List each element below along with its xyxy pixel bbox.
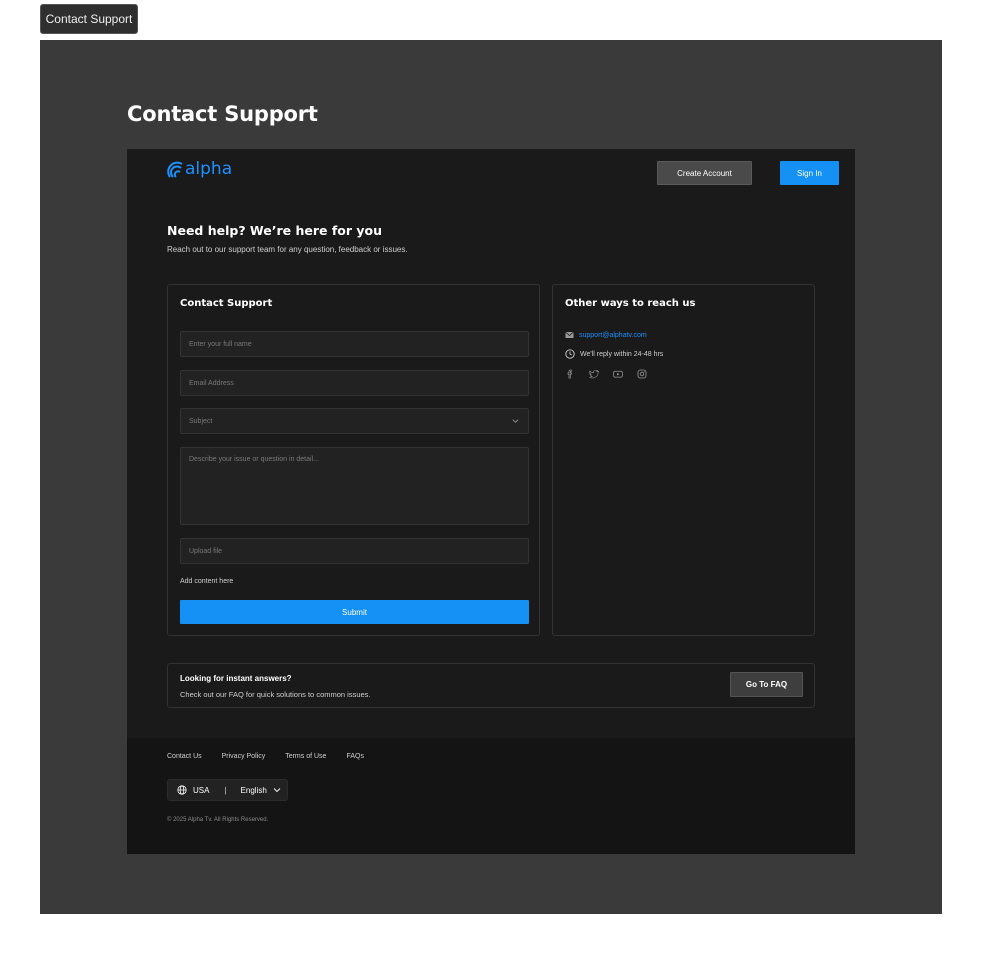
twitter-icon[interactable]	[589, 369, 599, 379]
go-to-faq-button[interactable]: Go To FAQ	[730, 672, 803, 697]
reply-time-text: We'll reply within 24-48 hrs	[580, 350, 664, 358]
full-name-input[interactable]: Enter your full name	[180, 331, 529, 357]
instagram-icon[interactable]	[637, 369, 647, 379]
full-name-placeholder: Enter your full name	[189, 340, 252, 348]
subject-placeholder: Subject	[189, 417, 213, 425]
sign-in-button[interactable]: Sign In	[780, 161, 839, 185]
facebook-icon[interactable]	[565, 369, 575, 379]
help-subtitle: Reach out to our support team for any qu…	[167, 245, 408, 254]
add-content-label: Add content here	[180, 578, 234, 585]
frame-title: Contact Support	[127, 102, 318, 126]
region-label: USA	[193, 785, 210, 795]
footer-links: Contact Us Privacy Policy Terms of Use F…	[167, 753, 364, 760]
footer-link-privacy-policy[interactable]: Privacy Policy	[222, 753, 266, 760]
chevron-down-icon	[273, 788, 281, 793]
support-email-row[interactable]: support@alphatv.com	[565, 331, 647, 339]
clock-icon	[565, 349, 575, 359]
footer-link-contact-us[interactable]: Contact Us	[167, 753, 202, 760]
logo[interactable]: alpha	[167, 160, 232, 178]
footer-link-faqs[interactable]: FAQs	[346, 753, 364, 760]
faq-banner: Looking for instant answers? Check out o…	[167, 663, 815, 708]
message-textarea[interactable]: Describe your issue or question in detai…	[180, 447, 529, 525]
chevron-down-icon	[512, 419, 519, 423]
footer-link-terms-of-use[interactable]: Terms of Use	[285, 753, 326, 760]
mail-icon	[565, 331, 574, 338]
create-account-button[interactable]: Create Account	[657, 161, 752, 185]
faq-title: Looking for instant answers?	[180, 674, 292, 683]
submit-button[interactable]: Submit	[180, 600, 529, 624]
region-language-selector[interactable]: USA | English	[167, 779, 288, 801]
contact-form-card: Contact Support Enter your full name Ema…	[167, 284, 540, 636]
support-email-link[interactable]: support@alphatv.com	[579, 332, 647, 339]
other-ways-title: Other ways to reach us	[565, 298, 696, 309]
social-links	[565, 369, 647, 379]
footer: Contact Us Privacy Policy Terms of Use F…	[127, 738, 855, 854]
reply-time-row: We'll reply within 24-48 hrs	[565, 349, 663, 359]
message-placeholder: Describe your issue or question in detai…	[189, 456, 319, 463]
logo-text: alpha	[185, 159, 233, 179]
app-page: alpha Create Account Sign In Need help? …	[127, 149, 855, 854]
preview-frame: Contact Support alpha Create Account Sig…	[40, 40, 942, 914]
separator: |	[224, 785, 227, 795]
upload-placeholder: Upload file	[189, 547, 223, 555]
help-title: Need help? We’re here for you	[167, 223, 383, 238]
email-placeholder: Email Address	[189, 379, 234, 387]
contact-support-tab-button[interactable]: Contact Support	[40, 4, 138, 34]
copyright: © 2025 Alpha Tv. All Rights Reserved.	[167, 817, 269, 823]
form-title: Contact Support	[180, 298, 273, 309]
faq-subtitle: Check out our FAQ for quick solutions to…	[180, 690, 371, 699]
globe-icon	[177, 785, 187, 795]
youtube-icon[interactable]	[613, 369, 623, 379]
language-label: English	[240, 785, 267, 795]
upload-file-input[interactable]: Upload file	[180, 538, 529, 564]
other-ways-card: Other ways to reach us support@alphatv.c…	[552, 284, 815, 636]
subject-select[interactable]: Subject	[180, 408, 529, 434]
email-input[interactable]: Email Address	[180, 370, 529, 396]
